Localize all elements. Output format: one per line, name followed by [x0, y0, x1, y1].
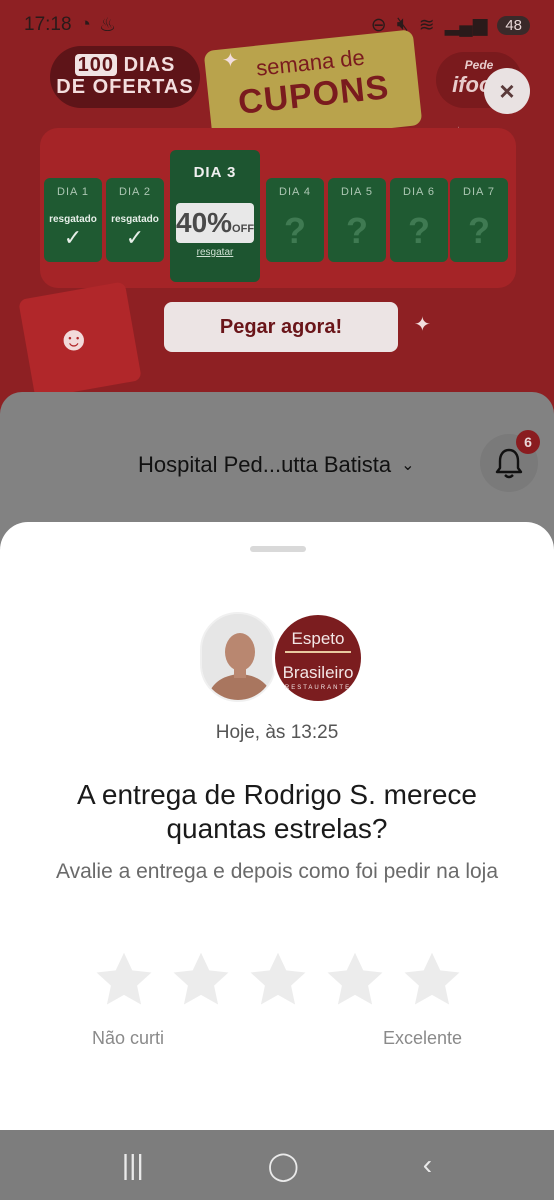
coupon-day-1: DIA 1 resgatado ✓ — [44, 178, 102, 262]
status-bar: 17:18 ◔ ♨ ⊖ 🔇︎ ≋ ▂▄▆ 48 — [0, 0, 554, 50]
rating-subtitle: Avalie a entrega e depois como foi pedir… — [55, 860, 499, 883]
recents-icon[interactable]: ||| — [122, 1149, 144, 1181]
back-icon[interactable]: ‹ — [423, 1149, 432, 1181]
coupon-day-4: DIA 4 ? — [266, 178, 324, 262]
dnd-icon: ⊖ — [370, 14, 387, 36]
signal-icon: ▂▄▆ — [444, 14, 488, 36]
rating-label-high: Excelente — [382, 1028, 462, 1048]
status-time: 17:18 — [24, 14, 72, 35]
mute-icon: 🔇︎ — [396, 14, 409, 35]
whatsapp-icon: ◔ — [79, 14, 92, 35]
coupon-day-7: DIA 7 ? — [450, 178, 508, 262]
courier-avatar — [200, 612, 276, 702]
coupon-day-5: DIA 5 ? — [328, 178, 386, 262]
smile-icon: ☻ — [56, 320, 92, 358]
sheet-drag-handle[interactable] — [250, 546, 306, 552]
resgatar-link[interactable]: resgatar — [170, 247, 260, 258]
star-2-icon[interactable] — [169, 948, 233, 1012]
skewer-graphic — [285, 651, 351, 653]
check-icon: ✓ — [125, 225, 145, 250]
notification-app-icon: ♨ — [99, 14, 117, 36]
promo-banner: 100 DIAS DE OFERTAS semana de CUPONS Ped… — [0, 0, 554, 420]
rating-title: A entrega de Rodrigo S. merece quantas e… — [76, 779, 477, 844]
sparkle-icon: ✦ — [222, 50, 239, 72]
notification-count-badge: 6 — [516, 430, 540, 454]
100-dias-badge: 100 DIAS DE OFERTAS — [50, 46, 200, 108]
star-1-icon[interactable] — [92, 948, 156, 1012]
star-rating — [92, 948, 464, 1012]
address-selector[interactable]: Hospital Ped...utta Batista ⌄ — [138, 452, 415, 478]
bell-icon — [495, 448, 523, 479]
coupon-day-3[interactable]: DIA 3 40%OFF resgatar — [170, 150, 260, 282]
star-4-icon[interactable] — [323, 948, 387, 1012]
close-button[interactable]: × — [484, 68, 530, 114]
battery-indicator: 48 — [497, 15, 530, 35]
address-label: Hospital Ped...utta Batista — [138, 452, 392, 477]
coupon-day-6: DIA 6 ? — [390, 178, 448, 262]
chevron-down-icon: ⌄ — [401, 457, 415, 474]
sparkle-icon: ✦ — [414, 314, 431, 336]
delivery-timestamp: Hoje, às 13:25 — [215, 722, 339, 743]
pegar-agora-button[interactable]: Pegar agora! — [164, 302, 398, 352]
check-icon: ✓ — [63, 225, 83, 250]
rating-bottom-sheet: Espeto Brasileiro RESTAURANTE Hoje, às 1… — [0, 522, 554, 1132]
rating-label-low: Não curti — [92, 1028, 165, 1048]
store-logo: Espeto Brasileiro RESTAURANTE — [272, 612, 364, 704]
wifi-icon: ≋ — [418, 14, 435, 36]
star-5-icon[interactable] — [400, 948, 464, 1012]
home-icon[interactable]: ◯ — [268, 1149, 299, 1182]
star-3-icon[interactable] — [246, 948, 310, 1012]
system-nav-bar: ||| ◯ ‹ — [0, 1130, 554, 1200]
coupon-day-2: DIA 2 resgatado ✓ — [106, 178, 164, 262]
